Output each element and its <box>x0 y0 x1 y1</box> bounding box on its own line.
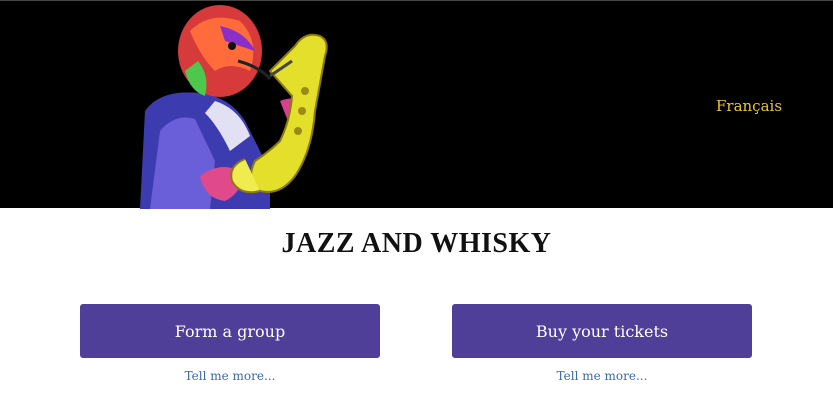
form-group-more-link[interactable]: Tell me more... <box>80 369 380 383</box>
language-switch-link[interactable]: Français <box>716 97 782 115</box>
buy-tickets-more-link[interactable]: Tell me more... <box>452 369 752 383</box>
form-group-button[interactable]: Form a group <box>80 304 380 358</box>
page-title: JAZZ AND WHISKY <box>281 228 552 259</box>
header-banner: Français <box>0 0 833 209</box>
saxophone-player-illustration <box>140 5 328 209</box>
buy-tickets-button[interactable]: Buy your tickets <box>452 304 752 358</box>
